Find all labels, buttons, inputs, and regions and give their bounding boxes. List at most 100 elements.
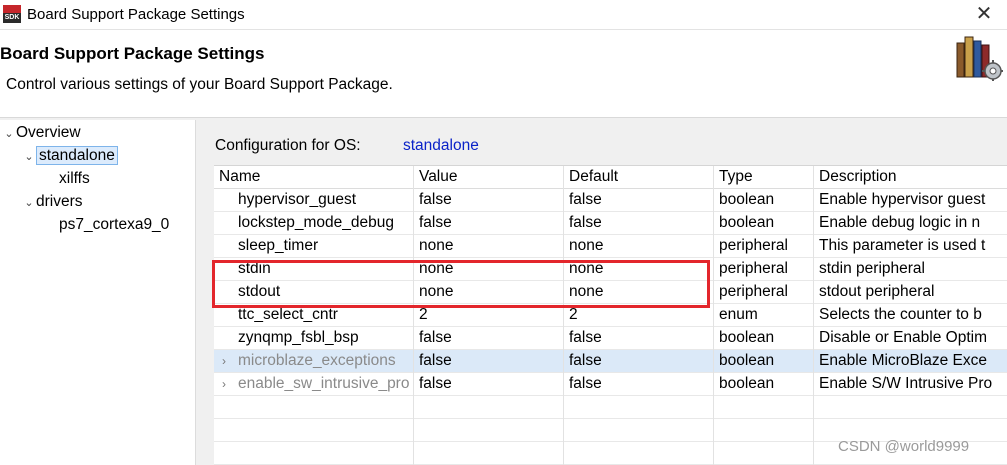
cell-default: false [564,350,714,373]
column-header-name[interactable]: Name [214,166,414,189]
cell-type: peripheral [714,258,814,281]
cell-type: boolean [714,350,814,373]
cell-value[interactable]: none [414,281,564,304]
cell-value[interactable]: false [414,189,564,212]
tree-label-xilffs: xilffs [59,170,90,187]
empty-cell [564,396,714,419]
cell-description: stdin peripheral [819,260,925,277]
cell-type: boolean [714,327,814,350]
cell-name-text: microblaze_exceptions [238,352,396,369]
empty-cell [414,419,564,442]
table-row[interactable]: sleep_timer none none peripheral This pa… [214,235,1007,258]
tree-label-standalone: standalone [36,146,118,165]
empty-cell [714,396,814,419]
settings-table: Name Value Default Type Description hype… [214,165,1007,465]
cell-type: boolean [714,189,814,212]
empty-cell [714,419,814,442]
table-row[interactable]: lockstep_mode_debug false false boolean … [214,212,1007,235]
empty-cell [564,442,714,465]
config-os-link[interactable]: standalone [403,137,479,155]
empty-cell [814,396,1007,419]
table-row[interactable]: hypervisor_guest false false boolean Ena… [214,189,1007,212]
cell-default: none [564,258,714,281]
window-title: Board Support Package Settings [27,6,245,23]
empty-cell [714,442,814,465]
dialog-body: ⌄ Overview ⌄ standalone xilffs ⌄ drivers ps… [0,118,1007,465]
chevron-right-icon[interactable]: › [222,350,226,372]
cell-name: ttc_select_cntr [214,304,414,327]
chevron-down-icon[interactable]: ⌄ [2,124,16,144]
cell-default: false [564,189,714,212]
books-gear-icon [956,36,1003,81]
header-title: Board Support Package Settings [0,44,265,63]
chevron-down-icon[interactable]: ⌄ [22,147,36,167]
column-header-value[interactable]: Value [414,166,564,189]
tree-label-ps7: ps7_cortexa9_0 [59,216,170,233]
tree-item-xilffs[interactable]: xilffs [59,169,90,191]
cell-default: false [564,212,714,235]
bsp-tree: ⌄ Overview ⌄ standalone xilffs ⌄ drivers ps… [0,120,196,465]
empty-cell [214,442,414,465]
column-header-description[interactable]: Description [814,166,1007,189]
tree-label-overview: Overview [16,124,81,141]
tree-item-overview[interactable]: ⌄ Overview [2,123,81,145]
tree-item-ps7-cortexa9-0[interactable]: ps7_cortexa9_0 [59,215,169,237]
cell-value[interactable]: false [414,350,564,373]
column-header-type[interactable]: Type [714,166,814,189]
cell-name: lockstep_mode_debug [214,212,414,235]
cell-name: › microblaze_exceptions [214,350,414,373]
cell-default: 2 [564,304,714,327]
empty-row [214,396,1007,419]
cell-value[interactable]: false [414,212,564,235]
table-row[interactable]: zynqmp_fsbl_bsp false false boolean Disa… [214,327,1007,350]
cell-description: stdout peripheral [819,283,935,300]
chevron-down-icon[interactable]: ⌄ [22,193,36,213]
cell-value[interactable]: none [414,258,564,281]
cell-default: none [564,235,714,258]
table-row[interactable]: ttc_select_cntr 2 2 enum Selects the cou… [214,304,1007,327]
cell-description: Enable debug logic in n [819,214,981,231]
cell-name: › enable_sw_intrusive_pro [214,373,414,396]
cell-type: peripheral [714,235,814,258]
cell-default: false [564,327,714,350]
dialog-header: Board Support Package Settings Control v… [0,30,1007,118]
table-row[interactable]: stdin none none peripheral stdin periphe… [214,258,1007,281]
chevron-right-icon[interactable]: › [222,373,226,395]
cell-value[interactable]: none [414,235,564,258]
config-label: Configuration for OS: [215,137,361,154]
table-row[interactable]: › enable_sw_intrusive_pro false false boo… [214,373,1007,396]
header-description: Control various settings of your Board S… [6,76,393,93]
sdk-icon: SDK [3,5,21,23]
cell-type: boolean [714,212,814,235]
cell-description: This parameter is used t [819,237,986,254]
cell-default: false [564,373,714,396]
close-icon[interactable]: ✕ [972,3,996,27]
cell-name: stdout [214,281,414,304]
cell-name-text: enable_sw_intrusive_pro [238,375,410,392]
cell-default: none [564,281,714,304]
table-row[interactable]: stdout none none peripheral stdout perip… [214,281,1007,304]
tree-label-drivers: drivers [36,193,83,210]
cell-name: hypervisor_guest [214,189,414,212]
cell-name: zynqmp_fsbl_bsp [214,327,414,350]
config-pane: Configuration for OS: standalone Name Va… [196,118,1007,465]
cell-description: Selects the counter to b [819,306,982,323]
cell-description: Enable MicroBlaze Exce [819,352,987,369]
table-header: Name Value Default Type Description [214,166,1007,189]
cell-value[interactable]: false [414,327,564,350]
tree-item-standalone[interactable]: ⌄ standalone [22,146,118,168]
cell-description: Enable S/W Intrusive Pro [819,375,993,392]
cell-value[interactable]: false [414,373,564,396]
cell-name: sleep_timer [214,235,414,258]
empty-cell [564,419,714,442]
cell-value[interactable]: 2 [414,304,564,327]
column-header-default[interactable]: Default [564,166,714,189]
empty-cell [414,442,564,465]
cell-type: enum [714,304,814,327]
cell-name: stdin [214,258,414,281]
watermark: CSDN @world9999 [838,438,970,455]
tree-item-drivers[interactable]: ⌄ drivers [22,192,83,214]
table-row[interactable]: › microblaze_exceptions false false boole… [214,350,1007,373]
cell-type: peripheral [714,281,814,304]
empty-cell [414,396,564,419]
